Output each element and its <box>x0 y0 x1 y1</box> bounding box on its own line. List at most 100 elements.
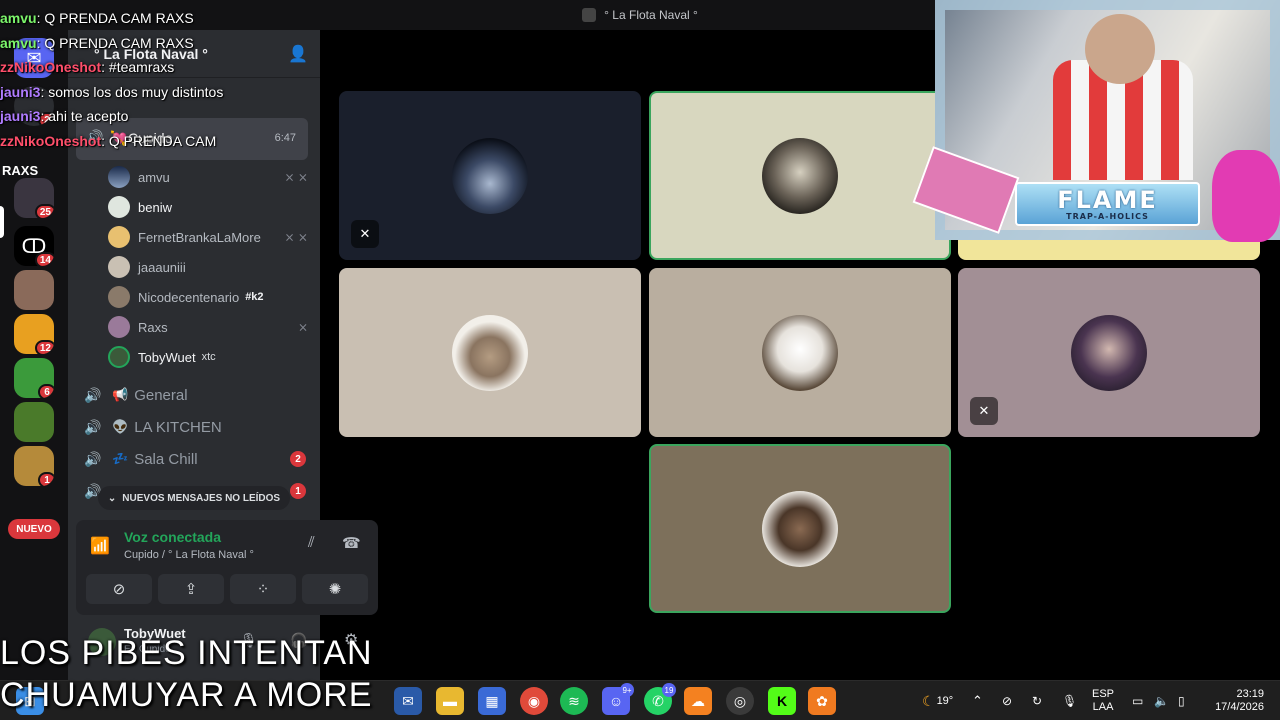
network-icon[interactable]: ▭ <box>1132 681 1143 720</box>
kick-icon[interactable]: K <box>768 687 796 715</box>
avatar <box>108 316 130 338</box>
server-icon-raxs[interactable]: 25 <box>14 178 54 218</box>
screenshare-icon: ⇪ <box>184 581 198 598</box>
new-badge[interactable]: NUEVO <box>8 519 60 539</box>
webcam-face <box>1085 14 1155 84</box>
server-icon-7[interactable] <box>14 402 54 442</box>
chat-message: amvu: Q PRENDA CAM RAXS <box>0 31 330 56</box>
caption-line-2: CHUAMUYAR A MORE <box>0 676 373 714</box>
active-pill <box>0 206 4 238</box>
discord-icon[interactable]: ☺ 9+ <box>602 683 634 715</box>
speaker-icon: 🔊 <box>84 418 102 435</box>
sync-icon[interactable]: ↻ <box>1032 681 1042 720</box>
store-icon[interactable]: ▦ <box>478 687 506 715</box>
voice-user-name: FernetBrankaLaMore <box>138 229 261 245</box>
discord-badge: 9+ <box>620 683 634 697</box>
screenshare-button[interactable]: ⇪ <box>158 574 224 604</box>
chat-user: zzNikoOneshot <box>0 59 102 75</box>
server-badge: 6 <box>38 384 54 398</box>
weather-icon: ☾ <box>922 692 935 709</box>
new-messages-banner[interactable]: ⌄ NUEVOS MENSAJES NO LEÍDOS <box>98 486 290 510</box>
server-badge: 14 <box>34 252 54 266</box>
whatsapp-badge: 19 <box>662 683 676 697</box>
avatar <box>108 346 130 368</box>
folder-icon[interactable]: ▬ <box>436 687 464 715</box>
channel-general[interactable]: 🔊 📢 General <box>84 381 306 409</box>
voice-user[interactable]: amvu ⨯ ⨯ <box>108 164 308 190</box>
chat-text: Q PRENDA CAM <box>108 132 217 149</box>
flstudio-icon[interactable]: ✿ <box>808 687 836 715</box>
chat-user: amvu <box>0 10 37 26</box>
video-tile[interactable]: ✕ <box>339 91 641 260</box>
avatar <box>452 314 528 391</box>
chat-user: amvu <box>0 34 37 51</box>
chat-colon: : <box>101 59 109 75</box>
camera-button[interactable]: ⊘ <box>86 574 152 604</box>
tray-chevron-icon[interactable]: ⌃ <box>972 681 983 720</box>
video-tile[interactable] <box>339 268 641 437</box>
cloud-icon[interactable]: ☁ <box>684 687 712 715</box>
channel-sala-chill[interactable]: 🔊 💤 Sala Chill 2 <box>84 445 306 473</box>
spotify-icon[interactable]: ≋ <box>560 687 588 715</box>
chrome-icon[interactable]: ◉ <box>520 687 548 715</box>
obs-icon[interactable]: ◎ <box>726 687 754 715</box>
chat-user: zzNikoOneshot <box>0 132 102 149</box>
video-tile[interactable] <box>649 444 951 613</box>
voice-user[interactable]: TobyWuet xtc <box>108 344 308 370</box>
voice-user[interactable]: Nicodecentenario #k2 <box>108 284 308 310</box>
channel-label: General <box>134 386 188 404</box>
flame-logo: FLAME TRAP-A-HOLICS <box>1015 182 1200 226</box>
muted-icon: ✕ <box>351 220 379 248</box>
video-tile[interactable] <box>649 91 951 260</box>
rail-label: RAXS <box>2 163 39 178</box>
weather-temp: 19° <box>936 695 954 707</box>
activities-button[interactable]: ⁘ <box>230 574 296 604</box>
sleep-icon: 💤 <box>112 451 129 466</box>
window-title: ° La Flota Naval ° <box>604 8 698 22</box>
avatar <box>762 314 838 391</box>
voice-connected-panel: 📶 Voz conectada Cupido / ° La Flota Nava… <box>76 520 378 615</box>
outlook-icon[interactable]: ✉ <box>394 687 422 715</box>
muted-icon: ⨯ ⨯ <box>284 170 308 184</box>
chat-text: Q PRENDA CAM RAXS <box>44 10 194 26</box>
soundboard-icon: ✺ <box>328 581 342 598</box>
lang-code: ESP <box>1092 688 1115 700</box>
buddha-sticker <box>1212 150 1280 242</box>
video-tile[interactable]: ✕ <box>958 268 1260 437</box>
server-icon-4[interactable] <box>14 270 54 310</box>
server-icon-8[interactable]: 1 <box>14 446 54 486</box>
server-icon-5[interactable]: 12 <box>14 314 54 354</box>
noise-suppression-icon[interactable]: ⫽ <box>308 534 315 551</box>
mute-icon[interactable]: ⊘ <box>1002 681 1012 720</box>
language-indicator[interactable]: ESP LAA <box>1092 681 1114 720</box>
server-icon <box>582 8 597 22</box>
voice-status[interactable]: Voz conectada <box>124 529 221 545</box>
whatsapp-icon[interactable]: ✆ 19 <box>644 683 676 715</box>
channel-la-kitchen[interactable]: 🔊 👽 LA KITCHEN <box>84 413 306 441</box>
voice-user[interactable]: Raxs ⨯ <box>108 314 308 340</box>
disconnect-icon[interactable]: ☎ <box>342 534 361 552</box>
battery-icon[interactable]: ▯ <box>1178 681 1185 720</box>
megaphone-icon: 📢 <box>112 387 129 402</box>
server-icon-6[interactable]: 6 <box>14 358 54 398</box>
caption-line-1: LOS PIBES INTENTAN <box>0 634 373 672</box>
soundboard-button[interactable]: ✺ <box>302 574 368 604</box>
voice-user[interactable]: FernetBrankaLaMore ⨯ ⨯ <box>108 224 308 250</box>
lang-layout: LAA <box>1092 701 1114 713</box>
avatar <box>108 226 130 248</box>
video-tile[interactable] <box>649 268 951 437</box>
avatar <box>108 166 130 188</box>
muted-icon: ⨯ <box>297 320 308 334</box>
volume-icon[interactable]: 🔈 <box>1154 681 1169 720</box>
flame-subtitle: TRAP-A-HOLICS <box>1066 211 1149 221</box>
mic-tray-icon[interactable]: 🎙 <box>1062 681 1077 720</box>
chat-message: zzNikoOneshot: #teamraxs <box>0 55 330 80</box>
clock[interactable]: 23:19 17/4/2026 <box>1208 681 1264 720</box>
server-icon-chanel[interactable]: ↀ 14 <box>14 226 54 266</box>
avatar <box>1071 314 1147 391</box>
user-tag: #k2 <box>245 291 264 303</box>
weather[interactable]: ☾ 19° <box>922 681 953 720</box>
voice-user[interactable]: jaaauniii <box>108 254 308 280</box>
voice-location[interactable]: Cupido / ° La Flota Naval ° <box>124 549 254 561</box>
voice-user[interactable]: beniw <box>108 194 308 220</box>
